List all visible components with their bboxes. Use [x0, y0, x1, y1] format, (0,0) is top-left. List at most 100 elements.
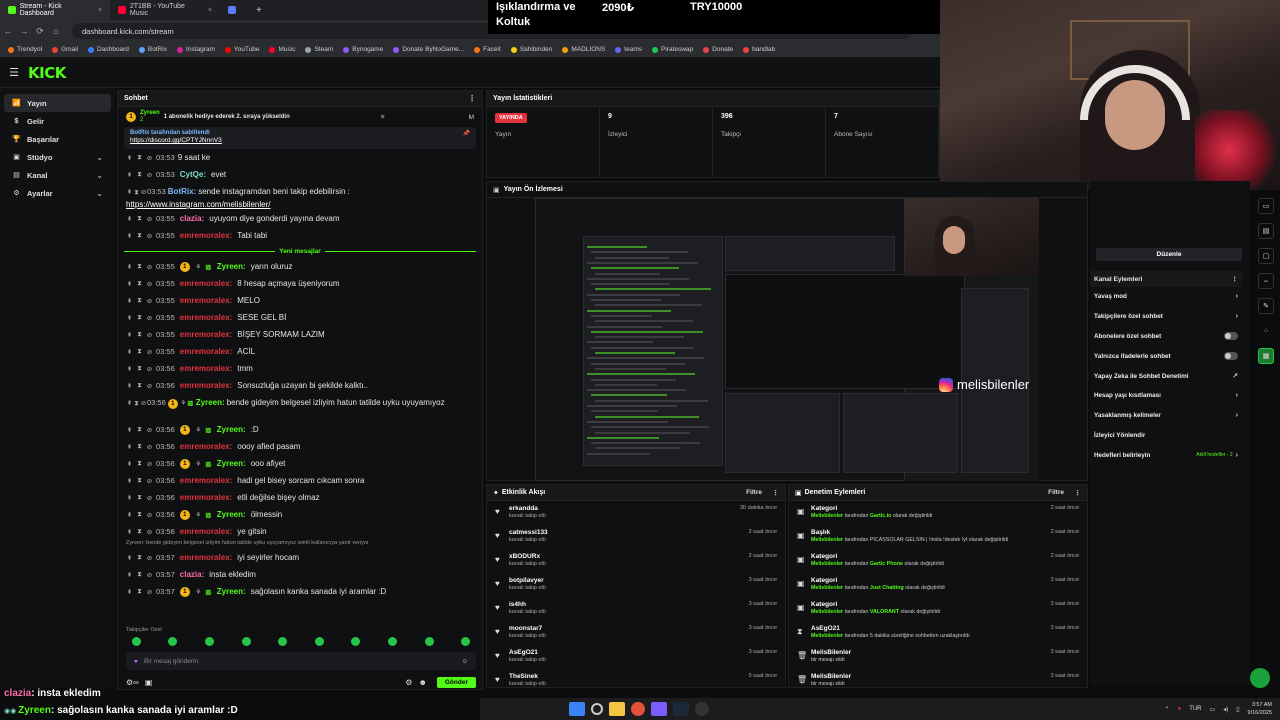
- pin-action-icon[interactable]: ⇞: [126, 171, 133, 179]
- chat-message[interactable]: ⇞ ⧗ ⊘ 03:56 emremoralex: etli değilse bişey o…: [118, 489, 482, 506]
- browser-tab[interactable]: 2T1BB - YouTube Music ×: [110, 0, 220, 20]
- moderation-actor[interactable]: Melisbilenler: [811, 633, 843, 639]
- browser-tab[interactable]: Stream - Kick Dashboard ×: [0, 0, 110, 20]
- pin-action-icon[interactable]: ⇞: [126, 263, 133, 271]
- timeout-action-icon[interactable]: ⧗: [136, 331, 143, 339]
- chat-message[interactable]: ⇞ ⧗ ⊘ 03:55 emremoralex: 8 hesap açmaya üşeni…: [118, 275, 482, 292]
- chat-message[interactable]: ⇞ ⧗ ⊘ 03:55 emremoralex: ACİL: [118, 343, 482, 360]
- message-username[interactable]: emremoralex:: [180, 330, 232, 339]
- ban-action-icon[interactable]: ⊘: [146, 314, 153, 322]
- chat-message[interactable]: ⇞ ⧗ ⊘ 03:57 clazia: insta ekledim: [118, 566, 482, 583]
- moderation-row[interactable]: ▣ Başlık Melisbilenler tarafından PİCASSOL…: [789, 525, 1087, 549]
- keyboard-language[interactable]: TUR: [1189, 706, 1201, 712]
- toggle-switch[interactable]: [1224, 352, 1238, 361]
- reload-icon[interactable]: ⟳: [32, 26, 48, 37]
- pin-action-icon[interactable]: ⇞: [126, 331, 133, 339]
- activity-row[interactable]: ♥ TheSinek kanalı takip etti 5 saat önce: [487, 669, 785, 687]
- pin-action-icon[interactable]: ⇞: [126, 382, 133, 390]
- chevron-right-icon[interactable]: ›: [1236, 452, 1238, 459]
- timeout-action-icon[interactable]: ⧗: [136, 348, 143, 356]
- message-username[interactable]: Zyreen:: [217, 459, 246, 468]
- bookmark[interactable]: Steam: [305, 46, 333, 53]
- tab-close-icon[interactable]: ×: [208, 7, 212, 14]
- message-username[interactable]: emremoralex:: [180, 347, 232, 356]
- chat-message[interactable]: ⇞ ⧗ ⊘ 03:56 emremoralex: ye gitsin: [118, 523, 482, 540]
- activity-user[interactable]: moonstar7: [509, 625, 743, 632]
- ban-action-icon[interactable]: ⊘: [146, 232, 153, 240]
- pin-action-icon[interactable]: ⇞: [126, 460, 133, 468]
- message-username[interactable]: Zyreen:: [217, 262, 246, 271]
- ban-action-icon[interactable]: ⊘: [146, 280, 153, 288]
- chrome-icon[interactable]: [631, 702, 645, 716]
- pin-action-icon[interactable]: ⇞: [126, 187, 133, 199]
- timeout-action-icon[interactable]: ⧗: [136, 171, 143, 179]
- chat-notification-icon[interactable]: [1250, 668, 1270, 688]
- sidebar-item[interactable]: ▣ Stüdyo ⌄: [4, 148, 111, 166]
- ban-action-icon[interactable]: ⊘: [140, 398, 147, 410]
- more-icon[interactable]: ⋮: [1232, 275, 1239, 283]
- activity-filter-button[interactable]: Filtre: [746, 489, 762, 496]
- windows-start-icon[interactable]: [569, 702, 585, 716]
- chat-message[interactable]: ⇞ ⧗ ⊘ 03:55 clazia: uyuyom diye gonderdi yayı…: [118, 210, 482, 227]
- steam-icon[interactable]: [673, 702, 689, 716]
- pin-action-icon[interactable]: ⇞: [126, 494, 133, 502]
- message-username[interactable]: emremoralex:: [180, 296, 232, 305]
- moderation-filter-button[interactable]: Filtre: [1048, 489, 1064, 496]
- chat-message[interactable]: ⇞ ⧗ ⊘ 03:56 1 ⚘ ▩ Zyreen: ölmessin: [118, 506, 482, 523]
- channel-action-item[interactable]: Abonelere özel sohbet: [1090, 327, 1242, 347]
- timeout-action-icon[interactable]: ⧗: [136, 571, 143, 579]
- moderation-row[interactable]: 🗑 MelisBilenler bir mesajı sildi 3 saat önc…: [789, 645, 1087, 669]
- bookmark[interactable]: bandlab: [743, 46, 775, 53]
- bookmark[interactable]: Gmail: [52, 46, 78, 53]
- message-username[interactable]: emremoralex:: [180, 231, 232, 240]
- sidebar-item[interactable]: ▤ Kanal ⌄: [4, 166, 111, 184]
- rail-green-action-icon[interactable]: ▦: [1258, 348, 1274, 364]
- ban-action-icon[interactable]: ⊘: [146, 154, 153, 162]
- activity-user[interactable]: xBODURx: [509, 553, 743, 560]
- more-icon[interactable]: ⋮: [772, 489, 779, 497]
- rail-expand-icon[interactable]: ▭: [1258, 198, 1274, 214]
- new-tab-button[interactable]: +: [256, 5, 262, 16]
- timeout-action-icon[interactable]: ⧗: [136, 263, 143, 271]
- bookmark[interactable]: MADLIONS: [562, 46, 605, 53]
- bookmark[interactable]: Dashboard: [88, 46, 129, 53]
- ban-action-icon[interactable]: ⊘: [146, 382, 153, 390]
- ban-action-icon[interactable]: ⊘: [146, 511, 153, 519]
- activity-row[interactable]: ♥ catmessi133 kanalı takip etti 2 saat önce: [487, 525, 785, 549]
- activity-user[interactable]: catmessi133: [509, 529, 743, 536]
- timeout-action-icon[interactable]: ⧗: [136, 588, 143, 596]
- activity-user[interactable]: TheSinek: [509, 673, 743, 680]
- emote-icon[interactable]: [351, 637, 361, 646]
- channel-action-item[interactable]: Yalnızca ifadelerle sohbet: [1090, 346, 1242, 366]
- moderation-row[interactable]: ▣ Kategori Melisbilenler tarafından Gartic…: [789, 549, 1087, 573]
- more-icon[interactable]: ⋮: [468, 94, 476, 103]
- pin-icon[interactable]: 📌: [463, 130, 470, 137]
- activity-row[interactable]: ♥ erkandda kanalı takip etti 30 dakika önce: [487, 501, 785, 525]
- microphone-icon[interactable]: ●: [1178, 706, 1182, 712]
- ban-action-icon[interactable]: ⊘: [146, 215, 153, 223]
- chat-message[interactable]: ⇞ ⧗ ⊘ 03:56 emremoralex: Sonsuzluğa uzayan bi…: [118, 377, 482, 394]
- message-username[interactable]: emremoralex:: [180, 493, 232, 502]
- message-username[interactable]: emremoralex:: [180, 442, 232, 451]
- emote-picker-icon[interactable]: ☻: [418, 678, 426, 687]
- message-username[interactable]: emremoralex:: [180, 279, 232, 288]
- pin-action-icon[interactable]: ⇞: [126, 398, 133, 410]
- activity-user[interactable]: erkandda: [509, 505, 734, 512]
- pin-action-icon[interactable]: ⇞: [126, 426, 133, 434]
- popout-icon[interactable]: ▣: [145, 678, 153, 687]
- sidebar-item[interactable]: 📶 Yayın: [4, 94, 111, 112]
- pin-action-icon[interactable]: ⇞: [126, 215, 133, 223]
- activity-row[interactable]: ♥ is4hh kanalı takip etti 3 saat önce: [487, 597, 785, 621]
- moderation-actor[interactable]: Melisbilenler: [811, 561, 843, 567]
- activity-user[interactable]: botpilavyer: [509, 577, 743, 584]
- browser-tab[interactable]: [220, 0, 250, 20]
- chevron-right-icon[interactable]: ›: [1236, 313, 1238, 320]
- chat-message[interactable]: ⇞ ⧗ ⊘ 03:53 CytQe: evet: [118, 166, 482, 183]
- bookmark[interactable]: Music: [269, 46, 295, 53]
- sidebar-item[interactable]: 🏆 Başarılar: [4, 130, 111, 148]
- chat-message[interactable]: ⇞ ⧗ ⊘ 03:55 emremoralex: BİŞEY SORMAM LAZIM: [118, 326, 482, 343]
- chevron-down-icon[interactable]: ⌄: [96, 189, 103, 198]
- activity-row[interactable]: ♥ moonstar7 kanalı takip etti 3 saat önce: [487, 621, 785, 645]
- bookmark[interactable]: Pirateswap: [652, 46, 693, 53]
- rail-link-icon[interactable]: ⇔: [1258, 273, 1274, 289]
